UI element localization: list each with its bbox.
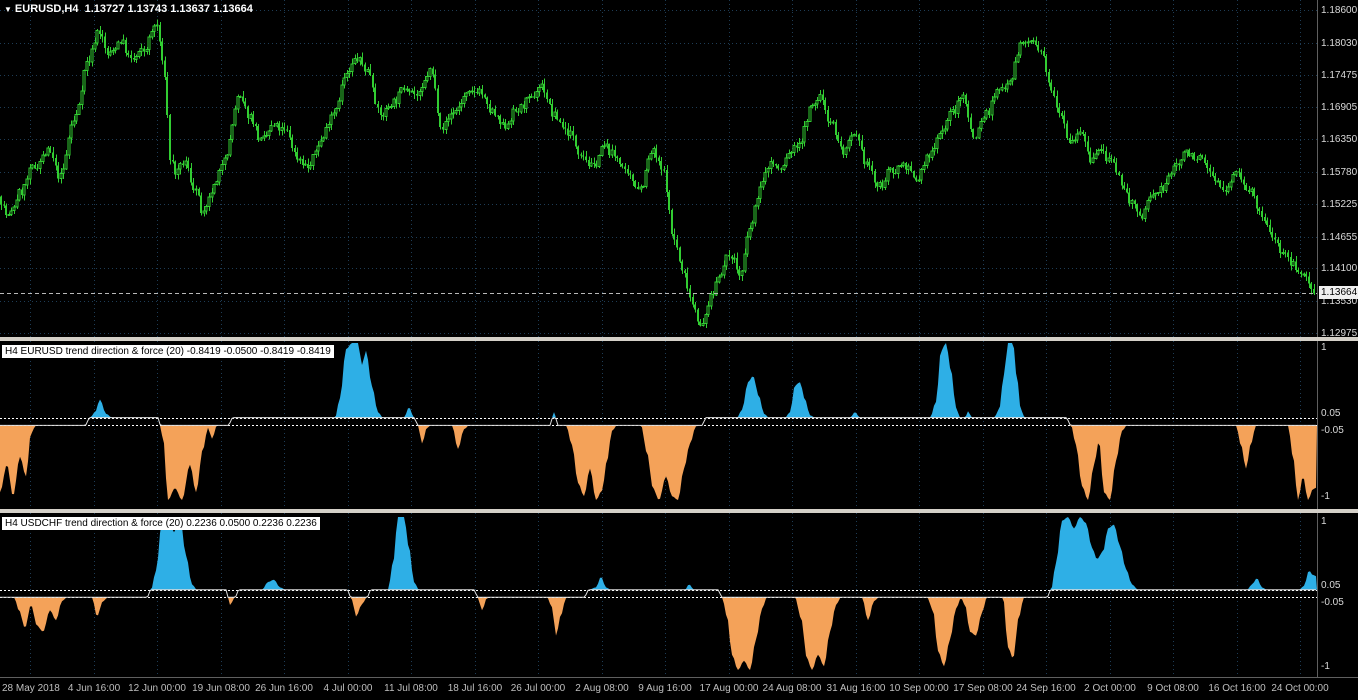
price-tick-label: 1.14100: [1321, 263, 1358, 274]
indicator-tick-label: 1: [1321, 516, 1327, 527]
time-tick-label: 4 Jun 16:00: [67, 683, 121, 694]
time-tick-label: 2 Oct 00:00: [1084, 683, 1136, 694]
symbol-marker-icon: ▼: [4, 5, 12, 14]
indicator-name: H4 USDCHF trend direction & force (20): [5, 518, 184, 529]
indicator-tick-label: 1: [1321, 342, 1327, 353]
indicator-label-eurusd: H4 EURUSD trend direction & force (20) -…: [2, 345, 334, 358]
indicator-values: 0.2236 0.0500 0.2236 0.2236: [186, 518, 317, 529]
indicator-name: H4 EURUSD trend direction & force (20): [5, 346, 184, 357]
indicator-label-usdchf: H4 USDCHF trend direction & force (20) 0…: [2, 517, 320, 530]
price-tick-label: 1.16350: [1321, 134, 1358, 145]
time-tick-label: 9 Aug 16:00: [638, 683, 692, 694]
indicator-axis-eurusd[interactable]: 1 0.05 -0.05 -1: [1317, 341, 1358, 509]
price-tick-label: 1.16905: [1321, 102, 1358, 113]
indicator-tick-label: 0.05: [1321, 580, 1341, 591]
time-tick-label: 9 Oct 08:00: [1147, 683, 1199, 694]
time-tick-label: 16 Oct 16:00: [1208, 683, 1266, 694]
ohlc-values: 1.13727 1.13743 1.13637 1.13664: [84, 3, 253, 15]
time-tick-label: 24 Aug 08:00: [762, 683, 822, 694]
indicator-values: -0.8419 -0.0500 -0.8419 -0.8419: [186, 346, 331, 357]
time-tick-label: 28 May 2018: [2, 683, 60, 694]
price-tick-label: 1.15225: [1321, 199, 1358, 210]
time-tick-label: 19 Jun 08:00: [192, 683, 250, 694]
main-chart-panel: ▼ EURUSD,H4 1.13727 1.13743 1.13637 1.136…: [0, 0, 1358, 339]
price-tick-label: 1.15780: [1321, 167, 1358, 178]
time-tick-label: 11 Jul 08:00: [384, 683, 438, 694]
time-tick-label: 17 Sep 08:00: [953, 683, 1013, 694]
time-tick-label: 24 Sep 16:00: [1016, 683, 1076, 694]
time-tick-label: 2 Aug 08:00: [575, 683, 629, 694]
candlestick-chart[interactable]: [0, 0, 1317, 337]
price-axis[interactable]: 1.13664 1.18600 1.18030 1.17475 1.16905 1.16…: [1317, 0, 1358, 339]
time-tick-label: 26 Jul 00:00: [510, 683, 566, 694]
time-tick-label: 17 Aug 00:00: [699, 683, 759, 694]
time-tick-label: 18 Jul 16:00: [447, 683, 503, 694]
indicator-tick-label: -0.05: [1321, 597, 1344, 608]
time-tick-label: 31 Aug 16:00: [826, 683, 886, 694]
indicator-panel-usdchf: H4 USDCHF trend direction & force (20) 0…: [0, 509, 1358, 677]
time-tick-label: 12 Jun 00:00: [128, 683, 186, 694]
time-tick-label: 10 Sep 00:00: [889, 683, 949, 694]
price-tick-label: 1.18600: [1321, 5, 1358, 16]
price-tick-label: 1.14655: [1321, 232, 1358, 243]
price-tick-label: 1.17475: [1321, 70, 1358, 81]
indicator-chart-usdchf[interactable]: [0, 513, 1317, 677]
chart-title: ▼ EURUSD,H4 1.13727 1.13743 1.13637 1.136…: [4, 3, 253, 15]
mt4-chart-window: ▼ EURUSD,H4 1.13727 1.13743 1.13637 1.136…: [0, 0, 1358, 700]
time-tick-label: 24 Oct 00:00: [1271, 683, 1329, 694]
indicator-panel-eurusd: H4 EURUSD trend direction & force (20) -…: [0, 337, 1358, 509]
time-tick-label: 26 Jun 16:00: [255, 683, 313, 694]
indicator-axis-usdchf[interactable]: 1 0.05 -0.05 -1: [1317, 513, 1358, 677]
symbol-period-label: EURUSD,H4: [14, 3, 79, 15]
time-tick-label: 4 Jul 00:00: [323, 683, 373, 694]
indicator-tick-label: -1: [1321, 661, 1330, 672]
price-tick-label: 1.18030: [1321, 38, 1358, 49]
current-price-marker: 1.13664: [1319, 286, 1358, 299]
time-axis[interactable]: 28 May 2018 4 Jun 16:00 12 Jun 00:00 19 Jun…: [0, 677, 1358, 700]
indicator-tick-label: 0.05: [1321, 408, 1341, 419]
indicator-tick-label: -1: [1321, 491, 1330, 502]
indicator-tick-label: -0.05: [1321, 425, 1344, 436]
indicator-chart-eurusd[interactable]: [0, 341, 1317, 509]
